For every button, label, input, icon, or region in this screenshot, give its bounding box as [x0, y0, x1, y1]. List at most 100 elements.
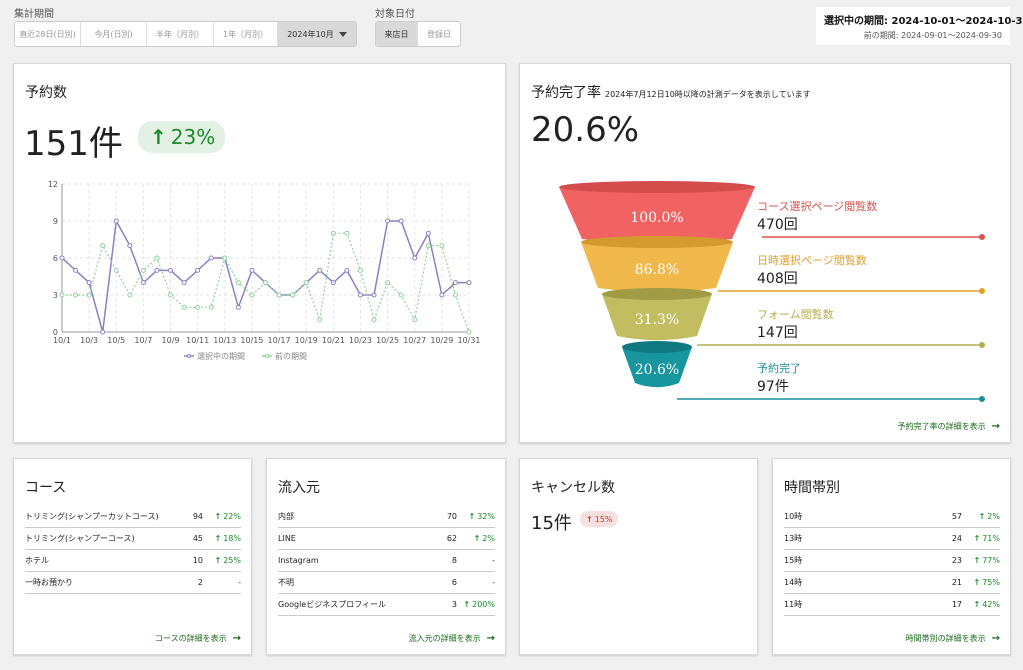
data-point	[168, 267, 174, 273]
row-name: 不明	[278, 578, 294, 587]
funnel-leader-dot	[979, 234, 985, 240]
period-option-this-month[interactable]: 今月(日別)	[81, 22, 147, 46]
data-point	[317, 317, 323, 323]
data-point	[412, 317, 418, 323]
row-value: 23	[951, 556, 962, 565]
row-value: 24	[951, 534, 962, 543]
data-point	[181, 280, 187, 286]
row-change-value: 22%	[223, 512, 241, 521]
x-tick-label: 10/31	[457, 336, 480, 345]
cancel-value: 15件	[531, 513, 572, 534]
row-change-value: 18%	[223, 534, 241, 543]
row-name: トリミング(シャンプーカットコース)	[25, 512, 159, 521]
y-tick-label: 12	[48, 180, 58, 189]
x-tick-label: 10/27	[403, 336, 426, 345]
table-row: 一時お預かり 2 -	[25, 572, 241, 594]
y-tick-label: 9	[53, 217, 58, 226]
completion-funnel: 100.0% コース選択ページ閲覧数 470回 86.8% 日時選択ページ閲覧数 408回…	[559, 181, 985, 402]
table-row: 15時 23 ↑ 77%	[784, 550, 1000, 572]
source-detail-link[interactable]: 流入元の詳細を表示 →	[409, 633, 495, 644]
data-point	[371, 292, 377, 298]
legend-label: 前の期間	[275, 351, 307, 361]
row-value: 57	[951, 512, 962, 521]
legend-marker	[187, 354, 191, 358]
y-tick-label: 6	[53, 254, 58, 263]
period-month-dropdown[interactable]: 2024年10月	[278, 22, 356, 46]
row-value: 2	[197, 578, 203, 587]
course-detail-link[interactable]: コースの詳細を表示 →	[155, 633, 241, 644]
period-filter: 直近28日(日別) 今月(日別) 半年（月別） 1年（月別） 2024年10月	[14, 21, 357, 47]
data-point	[317, 267, 323, 273]
funnel-stage-label: コース選択ページ閲覧数	[757, 199, 877, 213]
row-change-value: 77%	[982, 556, 1000, 565]
data-point	[385, 280, 391, 286]
arrow-up-icon: ↑	[973, 578, 981, 587]
data-point	[127, 243, 133, 249]
reservations-title: 予約数	[25, 85, 67, 101]
x-tick-label: 10/29	[430, 336, 453, 345]
data-point	[195, 267, 201, 273]
row-value: 45	[192, 534, 203, 543]
course-card: コース トリミング(シャンプーカットコース) 94 ↑ 22% トリミング(シャンプーコ…	[13, 458, 252, 655]
target-option-visit-date[interactable]: 来店日	[376, 22, 418, 46]
data-point	[208, 304, 214, 310]
funnel-leader-dot	[979, 342, 985, 348]
funnel-stage-value: 470回	[757, 217, 798, 233]
row-value: 21	[951, 578, 962, 587]
row-change: ↑ 42%	[962, 600, 1000, 609]
data-point	[208, 255, 214, 261]
table-row: トリミング(シャンプーコース) 45 ↑ 18%	[25, 528, 241, 550]
funnel-segment-top	[602, 288, 712, 300]
row-change: ↑ 25%	[203, 556, 241, 565]
arrow-up-icon: ↑	[978, 512, 986, 521]
data-point	[452, 280, 458, 286]
table-row: 13時 24 ↑ 71%	[784, 528, 1000, 550]
row-value: 3	[451, 600, 457, 609]
completion-rate-detail-link[interactable]: 予約完了率の詳細を表示 →	[898, 421, 1000, 432]
row-change-value: 25%	[223, 556, 241, 565]
series-line	[61, 218, 469, 333]
data-point	[276, 292, 282, 298]
data-point	[235, 280, 241, 286]
data-point	[59, 292, 65, 298]
table-row: 内部 70 ↑ 32%	[278, 506, 495, 528]
row-change: -	[457, 578, 495, 587]
row-change: ↑ 71%	[962, 534, 1000, 543]
legend-marker	[265, 354, 269, 358]
hours-detail-link[interactable]: 時間帯別の詳細を表示 →	[906, 633, 1000, 644]
data-point	[73, 267, 79, 273]
completion-rate-card: 予約完了率 2024年7月12日10時以降の計測データを表示しています 20.6%…	[519, 63, 1011, 443]
data-point	[154, 267, 160, 273]
period-option-half-year[interactable]: 半年（月別）	[147, 22, 214, 46]
x-tick-label: 10/13	[213, 336, 236, 345]
x-tick-label: 10/15	[240, 336, 263, 345]
data-point	[371, 317, 377, 323]
completion-rate-detail-label: 予約完了率の詳細を表示	[897, 422, 986, 431]
hours-card: 時間帯別 10時 57 ↑ 2% 13時 24 ↑ 71% 15時 23 ↑ 77% 14時 21 ↑ 75%…	[772, 458, 1011, 655]
row-change: -	[203, 578, 241, 587]
row-value: 8	[451, 556, 457, 565]
row-name: Instagram	[278, 556, 319, 565]
period-option-one-year[interactable]: 1年（月別）	[214, 22, 278, 46]
data-point	[168, 292, 174, 298]
x-tick-label: 10/1	[53, 336, 71, 345]
completion-rate-value: 20.6%	[531, 110, 640, 150]
funnel-percent: 31.3%	[635, 312, 679, 328]
target-option-register-date[interactable]: 登録日	[418, 22, 460, 46]
arrow-right-icon: →	[991, 633, 1000, 644]
arrow-up-icon: ↑	[973, 600, 981, 609]
target-filter-label: 対象日付	[375, 9, 415, 20]
source-title: 流入元	[278, 480, 320, 496]
row-name: 15時	[784, 556, 803, 565]
arrow-up-icon: ↑	[214, 512, 222, 521]
data-point	[466, 329, 472, 335]
hours-detail-label: 時間帯別の詳細を表示	[905, 634, 986, 643]
data-point	[303, 280, 309, 286]
row-change: ↑ 77%	[962, 556, 1000, 565]
row-change: ↑ 18%	[203, 534, 241, 543]
data-point	[127, 292, 133, 298]
row-change-value: -	[238, 578, 241, 587]
row-name: Googleビジネスプロフィール	[278, 600, 387, 609]
data-point	[113, 267, 119, 273]
period-option-28days[interactable]: 直近28日(日別)	[15, 22, 81, 46]
